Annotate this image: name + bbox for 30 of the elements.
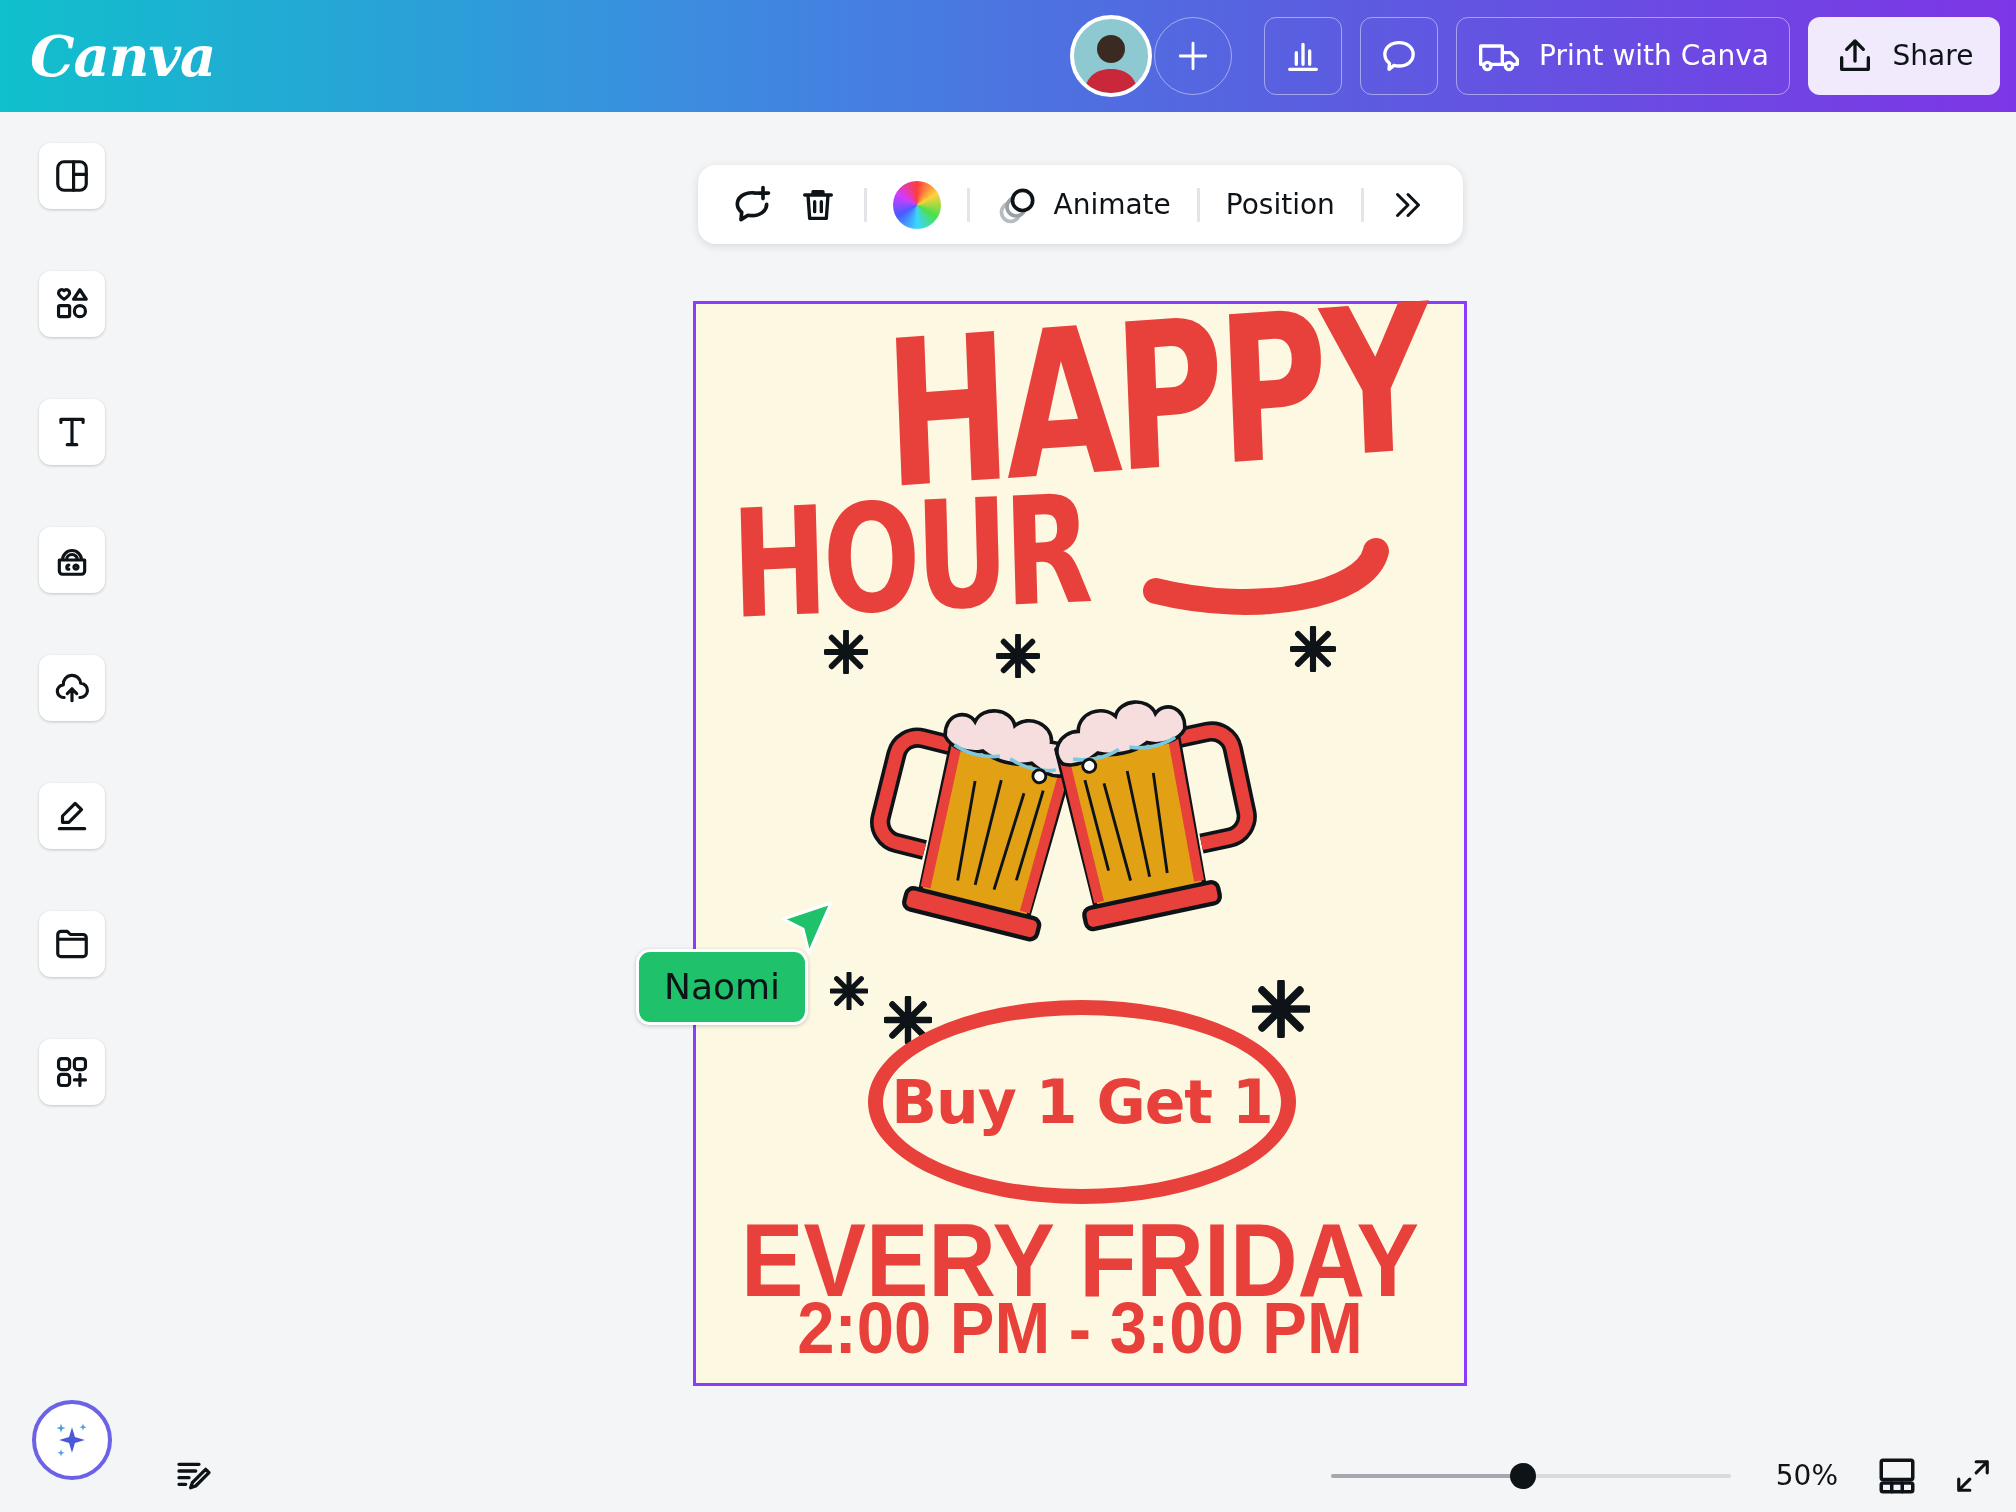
brand-button[interactable] <box>39 527 105 593</box>
star-icon <box>996 634 1040 678</box>
star-icon <box>830 972 868 1010</box>
draw-button[interactable] <box>39 783 105 849</box>
zoom-percentage[interactable]: 50% <box>1775 1455 1838 1497</box>
star-icon <box>1290 626 1336 672</box>
design-button[interactable] <box>39 143 105 209</box>
star-icon <box>1252 980 1310 1038</box>
position-button[interactable]: Position <box>1213 177 1347 232</box>
star-icon <box>824 630 868 674</box>
insights-button[interactable] <box>1264 17 1342 95</box>
projects-button[interactable] <box>39 911 105 977</box>
share-button[interactable]: Share <box>1808 17 2000 95</box>
elements-button[interactable] <box>39 271 105 337</box>
fullscreen-button[interactable] <box>1954 1457 1992 1495</box>
star-icon <box>884 996 932 1044</box>
apps-button[interactable] <box>39 1039 105 1105</box>
animate-button[interactable]: Animate <box>983 176 1183 233</box>
collaborator-name-tag: Naomi <box>636 949 808 1025</box>
headline-text: HOUR <box>730 487 1090 627</box>
comment-button[interactable] <box>1360 17 1438 95</box>
plus-icon <box>1176 39 1210 73</box>
layout-icon <box>53 157 91 195</box>
print-button[interactable]: Print with Canva <box>1456 17 1790 95</box>
zoom-slider-thumb[interactable] <box>1509 1463 1536 1489</box>
cursor-pointer-icon <box>781 901 833 955</box>
expand-icon <box>1954 1457 1992 1495</box>
uploads-button[interactable] <box>39 655 105 721</box>
text-button[interactable] <box>39 399 105 465</box>
offer-text: Buy 1 Get 1 <box>891 1066 1273 1139</box>
